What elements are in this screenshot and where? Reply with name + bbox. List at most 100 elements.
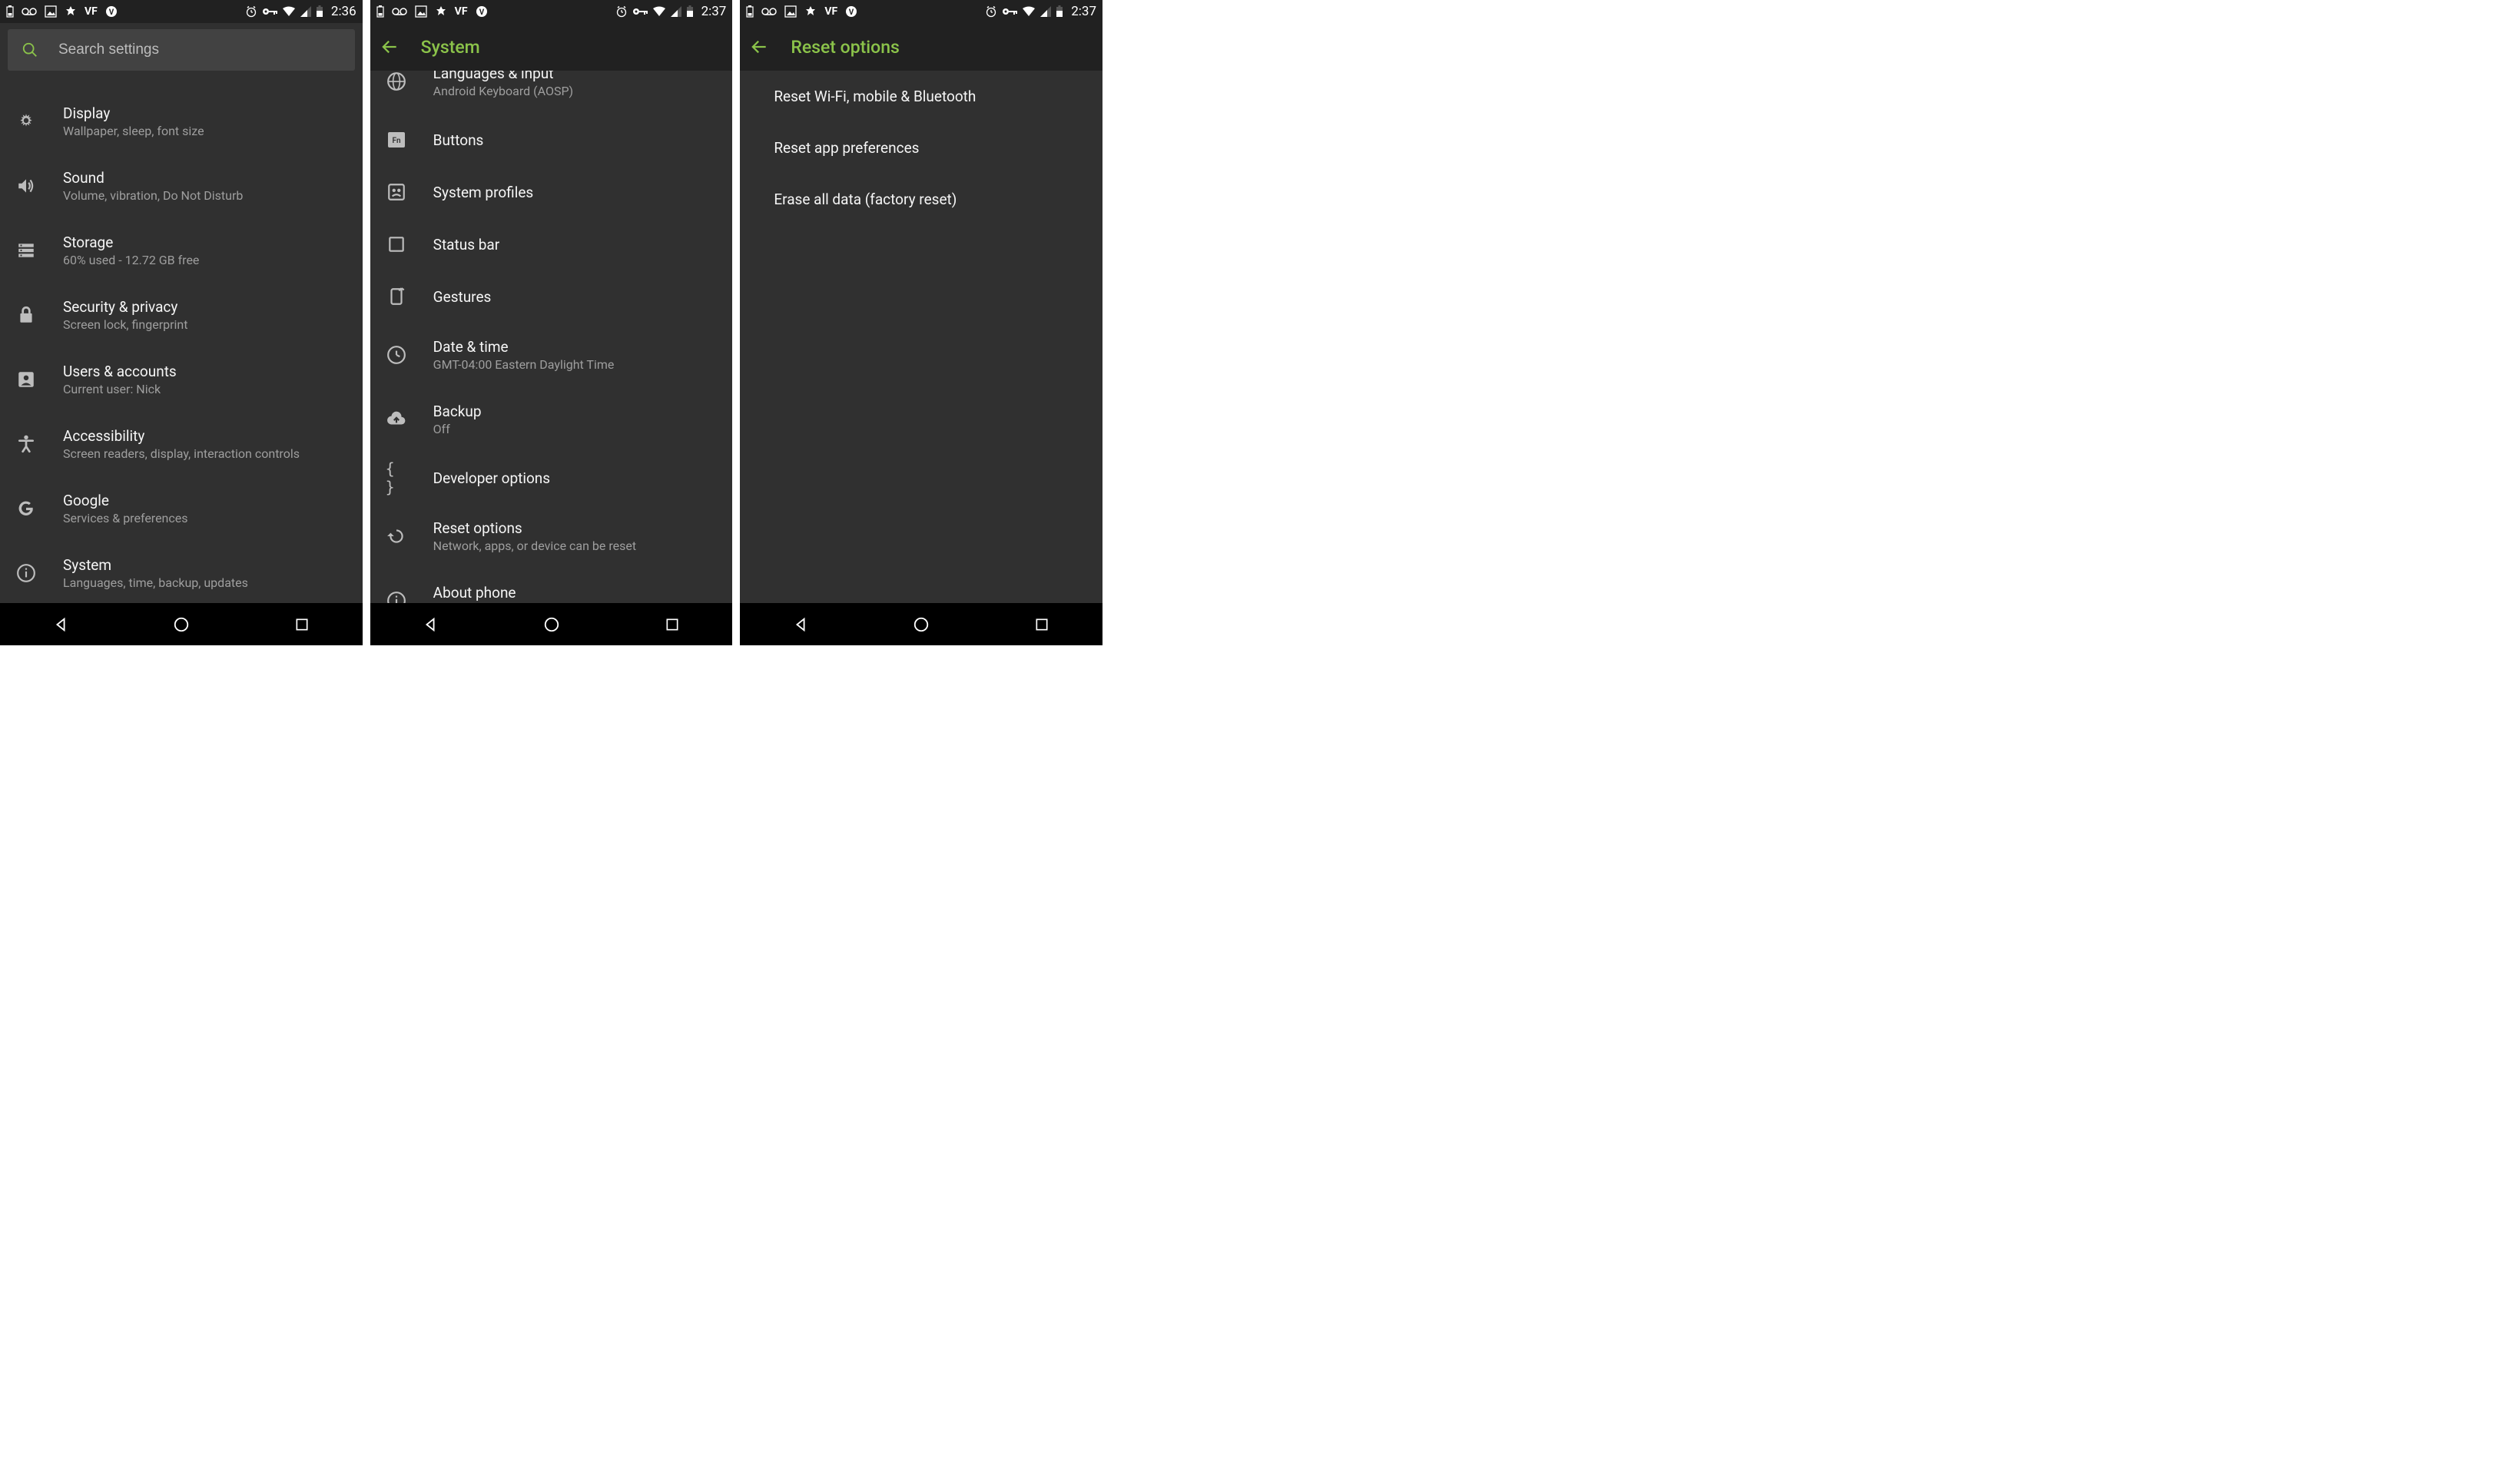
system-item-about[interactable]: About phone Nexus 5X (370, 568, 733, 603)
item-title: Users & accounts (63, 363, 177, 380)
svg-text:Fn: Fn (392, 137, 400, 145)
leaf-icon (65, 5, 77, 18)
circle-v-icon: V (476, 5, 488, 18)
back-button[interactable] (380, 37, 400, 57)
system-item-gestures[interactable]: Gestures (370, 270, 733, 323)
gestures-icon (386, 286, 407, 307)
back-button[interactable] (749, 37, 769, 57)
nav-recent-button[interactable] (634, 617, 711, 632)
battery-icon (316, 5, 323, 18)
system-item-reset[interactable]: Reset options Network, apps, or device c… (370, 504, 733, 568)
nav-back-button[interactable] (392, 616, 469, 633)
voicemail-icon (392, 7, 407, 16)
signal-icon (671, 6, 681, 17)
restore-icon (386, 525, 407, 547)
phone-screen-settings-root: VF V 2:36 Display Wallp (0, 0, 363, 645)
item-subtitle: Network, apps, or device can be reset (433, 539, 636, 553)
system-settings-list[interactable]: Languages & input Android Keyboard (AOSP… (370, 71, 733, 603)
signal-icon (1040, 6, 1051, 17)
circle-v-icon: V (105, 5, 118, 18)
system-item-languages[interactable]: Languages & input Android Keyboard (AOSP… (370, 71, 733, 114)
system-item-datetime[interactable]: Date & time GMT-04:00 Eastern Daylight T… (370, 323, 733, 387)
item-title: Backup (433, 403, 482, 420)
status-clock: 2:37 (1071, 4, 1096, 19)
nav-home-button[interactable] (513, 616, 590, 633)
navigation-bar (740, 603, 1102, 645)
item-title: Erase all data (factory reset) (774, 191, 957, 208)
phone-screen-system: VF V 2:37 System Languages & input Andro… (370, 0, 733, 645)
system-item-developer[interactable]: { } Developer options (370, 452, 733, 504)
braces-icon: { } (386, 467, 407, 489)
image-icon (784, 5, 797, 18)
app-v-icon: VF (824, 5, 837, 18)
reset-item-app-prefs[interactable]: Reset app preferences (740, 122, 1102, 174)
battery-indicator-icon (746, 5, 754, 18)
image-icon (415, 5, 427, 18)
settings-item-google[interactable]: Google Services & preferences (0, 476, 363, 541)
settings-root-list[interactable]: Display Wallpaper, sleep, font size Soun… (0, 74, 363, 603)
nav-home-button[interactable] (143, 616, 220, 633)
rectangle-icon (386, 234, 407, 255)
battery-icon (1056, 5, 1063, 18)
settings-item-accessibility[interactable]: Accessibility Screen readers, display, i… (0, 412, 363, 476)
page-title: Reset options (791, 37, 900, 58)
svg-text:V: V (479, 8, 484, 17)
accessibility-icon (15, 433, 37, 455)
item-title: Google (63, 492, 188, 509)
search-settings-card[interactable] (8, 29, 355, 71)
item-subtitle: Screen lock, fingerprint (63, 317, 188, 332)
volume-icon (15, 175, 37, 197)
vpn-key-icon (632, 7, 648, 16)
settings-item-display[interactable]: Display Wallpaper, sleep, font size (0, 89, 363, 154)
app-v-icon: VF (85, 5, 98, 18)
battery-indicator-icon (6, 5, 14, 18)
reset-item-network[interactable]: Reset Wi-Fi, mobile & Bluetooth (740, 71, 1102, 122)
settings-body: Display Wallpaper, sleep, font size Soun… (0, 23, 363, 603)
item-subtitle: Wallpaper, sleep, font size (63, 124, 204, 138)
phone-screen-reset-options: VF V 2:37 Reset options Reset Wi-Fi, mob… (740, 0, 1102, 645)
item-subtitle: Current user: Nick (63, 382, 177, 396)
item-title: Reset Wi-Fi, mobile & Bluetooth (774, 88, 976, 105)
item-title: Date & time (433, 338, 615, 356)
signal-icon (300, 6, 311, 17)
status-bar: VF V 2:37 (740, 0, 1102, 23)
system-item-backup[interactable]: Backup Off (370, 387, 733, 452)
item-title: About phone (433, 584, 516, 602)
item-subtitle: Languages, time, backup, updates (63, 575, 248, 590)
nav-back-button[interactable] (762, 616, 839, 633)
leaf-icon (435, 5, 447, 18)
system-item-statusbar[interactable]: Status bar (370, 218, 733, 270)
settings-item-security[interactable]: Security & privacy Screen lock, fingerpr… (0, 283, 363, 347)
alarm-icon (985, 5, 997, 18)
google-icon (15, 498, 37, 519)
system-item-buttons[interactable]: Fn Buttons (370, 114, 733, 166)
nav-back-button[interactable] (22, 616, 99, 633)
item-title: Languages & input (433, 71, 573, 82)
settings-item-users[interactable]: Users & accounts Current user: Nick (0, 347, 363, 412)
reset-options-list[interactable]: Reset Wi-Fi, mobile & Bluetooth Reset ap… (740, 71, 1102, 603)
item-title: Developer options (433, 469, 550, 487)
nav-recent-button[interactable] (1003, 617, 1080, 632)
settings-item-storage[interactable]: Storage 60% used - 12.72 GB free (0, 218, 363, 283)
system-item-profiles[interactable]: System profiles (370, 166, 733, 218)
brightness-icon (15, 111, 37, 132)
status-clock: 2:36 (331, 4, 356, 19)
reset-item-factory[interactable]: Erase all data (factory reset) (740, 174, 1102, 225)
search-icon (22, 41, 38, 58)
svg-text:V: V (109, 8, 114, 17)
status-right-icons: 2:36 (245, 4, 356, 19)
search-settings-input[interactable] (58, 41, 341, 58)
wifi-icon (652, 6, 666, 17)
svg-text:V: V (849, 8, 854, 17)
status-bar: VF V 2:36 (0, 0, 363, 23)
status-right-icons: 2:37 (615, 4, 727, 19)
nav-home-button[interactable] (883, 616, 960, 633)
item-title: System (63, 556, 248, 574)
nav-recent-button[interactable] (264, 617, 340, 632)
settings-item-system[interactable]: System Languages, time, backup, updates (0, 541, 363, 603)
alarm-icon (615, 5, 628, 18)
navigation-bar (370, 603, 733, 645)
settings-item-sound[interactable]: Sound Volume, vibration, Do Not Disturb (0, 154, 363, 218)
item-title: Storage (63, 234, 199, 251)
item-subtitle: GMT-04:00 Eastern Daylight Time (433, 357, 615, 372)
